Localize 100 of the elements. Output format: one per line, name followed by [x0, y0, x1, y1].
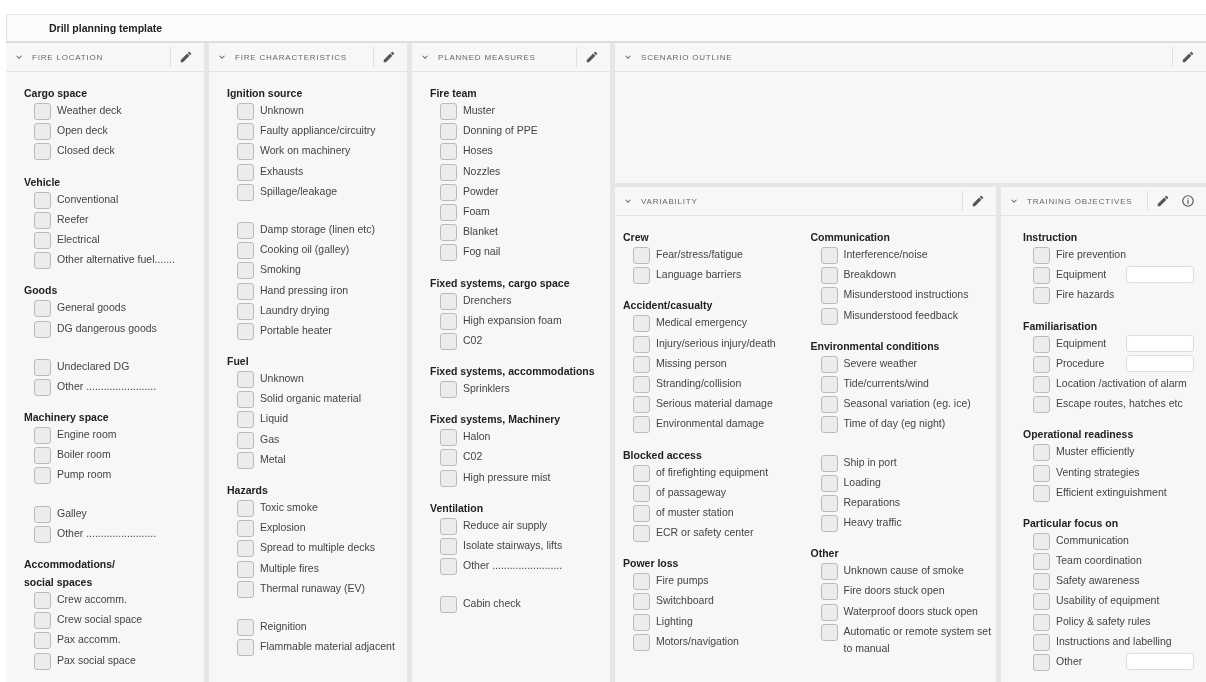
checkbox[interactable] — [237, 143, 254, 161]
checkbox[interactable] — [440, 332, 457, 350]
checkbox[interactable] — [34, 505, 51, 523]
checkbox[interactable] — [237, 262, 254, 280]
checkbox[interactable] — [633, 613, 650, 631]
checkbox[interactable] — [34, 191, 51, 209]
checkbox[interactable] — [34, 211, 51, 229]
input-field[interactable] — [1126, 653, 1194, 670]
checkbox[interactable] — [34, 320, 51, 338]
checkbox[interactable] — [34, 123, 51, 141]
checkbox[interactable] — [1033, 553, 1050, 571]
checkbox[interactable] — [440, 469, 457, 487]
checkbox[interactable] — [237, 500, 254, 517]
checkbox[interactable] — [237, 242, 254, 260]
checkbox[interactable] — [237, 431, 254, 449]
checkbox[interactable] — [633, 484, 650, 502]
checkbox[interactable] — [34, 300, 51, 318]
checkbox[interactable] — [440, 381, 457, 399]
checkbox[interactable] — [633, 416, 650, 434]
checkbox[interactable] — [34, 467, 51, 485]
checkbox[interactable] — [820, 603, 838, 621]
checkbox[interactable] — [440, 163, 457, 181]
checkbox[interactable] — [1033, 633, 1050, 651]
edit-icon[interactable] — [1156, 194, 1170, 208]
checkbox[interactable] — [633, 633, 650, 651]
checkbox[interactable] — [820, 474, 838, 492]
checkbox[interactable] — [440, 143, 457, 161]
checkbox[interactable] — [34, 612, 51, 630]
checkbox[interactable] — [440, 538, 457, 555]
checkbox[interactable] — [34, 358, 51, 376]
checkbox[interactable] — [440, 123, 457, 141]
checkbox[interactable] — [820, 623, 838, 641]
checkbox[interactable] — [440, 596, 457, 614]
checkbox[interactable] — [820, 355, 838, 373]
checkbox[interactable] — [820, 563, 838, 581]
checkbox[interactable] — [440, 203, 457, 221]
checkbox[interactable] — [1033, 654, 1050, 671]
checkbox[interactable] — [1033, 396, 1050, 414]
checkbox[interactable] — [34, 525, 51, 543]
checkbox[interactable] — [440, 558, 457, 576]
checkbox[interactable] — [237, 103, 254, 120]
edit-icon[interactable] — [179, 50, 193, 64]
checkbox[interactable] — [34, 447, 51, 465]
checkbox[interactable] — [1033, 375, 1050, 393]
checkbox[interactable] — [34, 632, 51, 650]
checkbox[interactable] — [633, 375, 650, 393]
checkbox[interactable] — [440, 517, 457, 535]
checkbox[interactable] — [1033, 464, 1050, 482]
checkbox[interactable] — [34, 378, 51, 396]
checkbox[interactable] — [1033, 247, 1050, 264]
edit-icon[interactable] — [585, 50, 599, 64]
checkbox[interactable] — [237, 282, 254, 300]
checkbox[interactable] — [34, 231, 51, 249]
checkbox[interactable] — [820, 396, 838, 414]
checkbox[interactable] — [633, 464, 650, 482]
checkbox[interactable] — [34, 427, 51, 445]
checkbox[interactable] — [237, 322, 254, 340]
checkbox[interactable] — [237, 520, 254, 538]
checkbox[interactable] — [820, 375, 838, 393]
checkbox[interactable] — [237, 163, 254, 181]
edit-icon[interactable] — [971, 194, 985, 208]
checkbox[interactable] — [820, 247, 838, 264]
checkbox[interactable] — [1033, 444, 1050, 462]
checkbox[interactable] — [1033, 593, 1050, 611]
checkbox[interactable] — [820, 494, 838, 512]
checkbox[interactable] — [34, 252, 51, 270]
input-field[interactable] — [1126, 334, 1194, 352]
checkbox[interactable] — [237, 580, 254, 598]
checkbox[interactable] — [34, 652, 51, 670]
checkbox[interactable] — [633, 335, 650, 353]
checkbox[interactable] — [440, 103, 457, 120]
checkbox[interactable] — [237, 371, 254, 389]
checkbox[interactable] — [633, 504, 650, 522]
checkbox[interactable] — [237, 302, 254, 320]
checkbox[interactable] — [633, 573, 650, 591]
checkbox[interactable] — [237, 639, 254, 657]
checkbox[interactable] — [1033, 484, 1050, 502]
checkbox[interactable] — [440, 244, 457, 262]
checkbox[interactable] — [440, 292, 457, 310]
checkbox[interactable] — [820, 287, 838, 305]
info-icon[interactable] — [1181, 194, 1195, 208]
input-field[interactable] — [1126, 266, 1194, 284]
checkbox[interactable] — [820, 267, 838, 285]
checkbox[interactable] — [633, 593, 650, 611]
checkbox[interactable] — [633, 315, 650, 333]
checkbox[interactable] — [820, 416, 838, 434]
checkbox[interactable] — [34, 103, 51, 120]
checkbox[interactable] — [237, 411, 254, 429]
edit-icon[interactable] — [382, 50, 396, 64]
checkbox[interactable] — [237, 391, 254, 409]
checkbox[interactable] — [237, 451, 254, 469]
checkbox[interactable] — [237, 221, 254, 239]
checkbox[interactable] — [237, 540, 254, 558]
checkbox[interactable] — [633, 247, 650, 264]
checkbox[interactable] — [633, 355, 650, 373]
checkbox[interactable] — [633, 525, 650, 543]
edit-icon[interactable] — [1181, 50, 1195, 64]
checkbox[interactable] — [633, 267, 650, 285]
checkbox[interactable] — [1033, 613, 1050, 631]
checkbox[interactable] — [1033, 287, 1050, 305]
